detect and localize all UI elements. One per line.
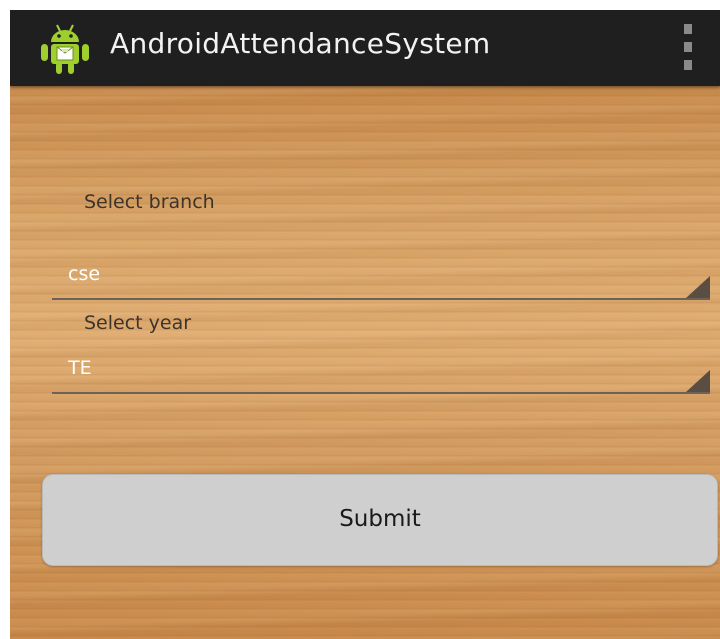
- android-robot-icon[interactable]: [38, 20, 92, 78]
- overflow-dot: [684, 24, 692, 34]
- branch-selected-value: cse: [68, 263, 101, 285]
- spinner-arrow-icon: [686, 276, 710, 298]
- app-screen: AndroidAttendanceSystem Select branch cs…: [10, 10, 720, 639]
- overflow-menu-icon[interactable]: [678, 24, 698, 72]
- year-selected-value: TE: [68, 357, 92, 379]
- app-title: AndroidAttendanceSystem: [110, 27, 491, 60]
- year-spinner-underline: [52, 392, 710, 394]
- submit-button-label: Submit: [339, 506, 421, 532]
- overflow-dot: [684, 60, 692, 70]
- branch-label: Select branch: [84, 191, 215, 213]
- branch-spinner-underline: [52, 298, 710, 300]
- action-bar: AndroidAttendanceSystem: [10, 10, 720, 86]
- spinner-arrow-icon: [686, 370, 710, 392]
- submit-button[interactable]: Submit: [42, 474, 718, 566]
- branch-spinner[interactable]: cse: [52, 256, 710, 300]
- year-spinner[interactable]: TE: [52, 350, 710, 394]
- year-label: Select year: [84, 312, 192, 334]
- overflow-dot: [684, 42, 692, 52]
